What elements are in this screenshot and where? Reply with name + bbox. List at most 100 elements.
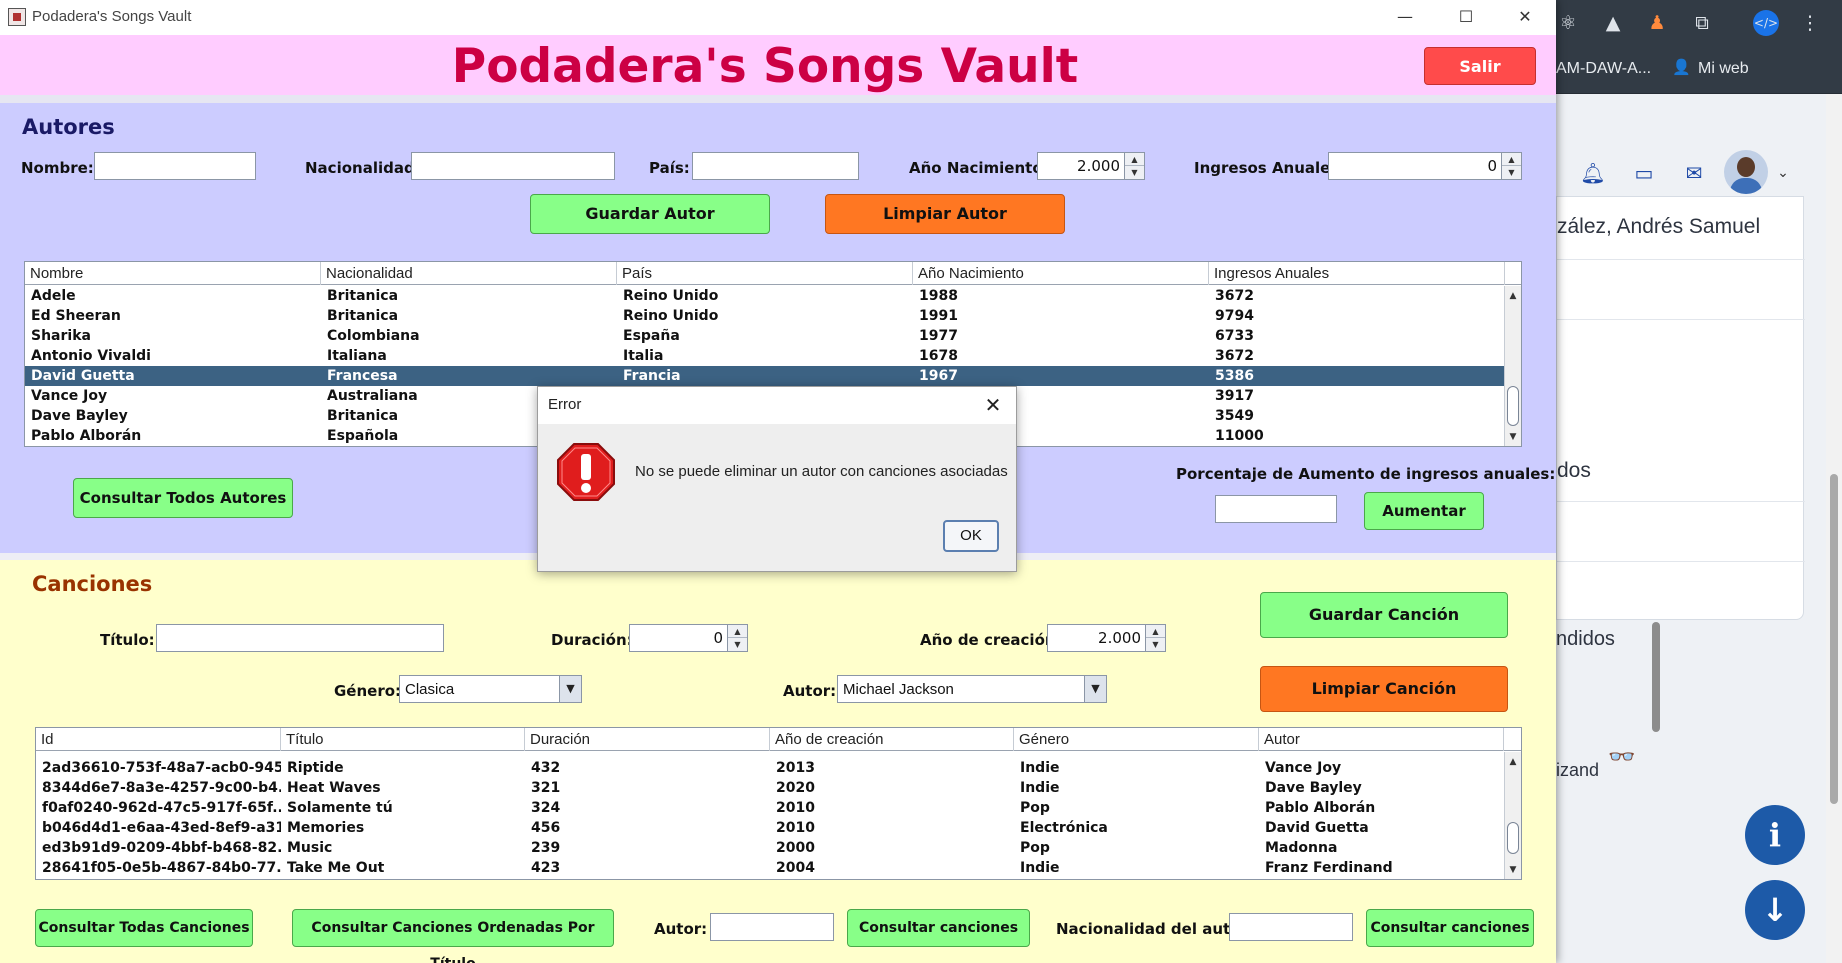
spinner-down-icon[interactable]: ▼ xyxy=(728,638,747,651)
column-header-titulo[interactable]: Título xyxy=(281,728,525,751)
chat-icon[interactable]: ▭ xyxy=(1631,160,1657,186)
duracion-spinner[interactable]: 0 ▲ ▼ xyxy=(629,624,748,652)
scroll-thumb[interactable] xyxy=(1507,386,1519,426)
guardar-autor-button[interactable]: Guardar Autor xyxy=(530,194,770,234)
table-cell: 5386 xyxy=(1215,368,1254,384)
pais-label: País: xyxy=(649,159,690,177)
ok-button[interactable]: OK xyxy=(943,520,999,552)
scroll-down-icon[interactable]: ▼ xyxy=(1505,862,1521,878)
table-cell: 321 xyxy=(531,780,561,796)
dialog-title: Error xyxy=(548,396,582,413)
avatar[interactable] xyxy=(1724,150,1768,194)
table-row[interactable]: b046d4d1-e6aa-43ed-8ef9-a31... Memories 45… xyxy=(36,818,1504,838)
spinner-up-icon[interactable]: ▲ xyxy=(728,625,747,638)
close-icon[interactable]: ✕ xyxy=(978,391,1008,419)
mail-icon[interactable]: ✉ xyxy=(1681,160,1707,186)
table-row[interactable]: Adele Britanica Reino Unido 1988 3672 xyxy=(25,286,1504,306)
bookmark-mi-web[interactable]: Mi web xyxy=(1698,60,1749,78)
react-icon[interactable]: ⚛ xyxy=(1555,10,1581,36)
column-header-nombre[interactable]: Nombre xyxy=(25,262,321,285)
scroll-up-icon[interactable]: ▲ xyxy=(1505,754,1521,770)
spinner-up-icon[interactable]: ▲ xyxy=(1125,153,1144,166)
column-header-nacionalidad[interactable]: Nacionalidad xyxy=(321,262,617,285)
ingresos-spinner[interactable]: 0 ▲ ▼ xyxy=(1328,152,1522,180)
anio-nacimiento-label: Año Nacimiento: xyxy=(909,159,1049,177)
chevron-down-icon[interactable]: ⌄ xyxy=(1770,160,1796,186)
inner-scrollbar[interactable] xyxy=(1652,622,1660,732)
column-header-ingresos[interactable]: Ingresos Anuales xyxy=(1209,262,1505,285)
limpiar-cancion-button[interactable]: Limpiar Canción xyxy=(1260,666,1508,712)
column-header-pais[interactable]: País xyxy=(617,262,913,285)
scroll-up-icon[interactable]: ▲ xyxy=(1505,288,1521,304)
canciones-table[interactable]: Id Título Duración Año de creación Géner… xyxy=(35,727,1522,880)
consultar-por-autor-button[interactable]: Consultar canciones xyxy=(847,909,1030,947)
devtools-extension-icon[interactable]: </> xyxy=(1753,10,1779,36)
table-row[interactable]: 8344d6e7-8a3e-4257-9c00-b4... Heat Waves 3… xyxy=(36,778,1504,798)
guardar-cancion-button[interactable]: Guardar Canción xyxy=(1260,592,1508,638)
column-header-autor[interactable]: Autor xyxy=(1259,728,1504,751)
scroll-down-icon[interactable]: ▼ xyxy=(1505,429,1521,445)
pais-input[interactable] xyxy=(692,152,859,180)
scroll-thumb[interactable] xyxy=(1507,822,1519,854)
chevron-down-icon[interactable]: ▼ xyxy=(559,676,581,702)
table-cell: f0af0240-962d-47c5-917f-65f... xyxy=(42,800,281,816)
nombre-input[interactable] xyxy=(94,152,256,180)
table-cell: 423 xyxy=(531,860,561,876)
table-row[interactable]: 28641f05-0e5b-4867-84b0-77... Take Me Out… xyxy=(36,858,1504,878)
column-header-duracion[interactable]: Duración xyxy=(525,728,770,751)
close-icon[interactable]: ✕ xyxy=(1502,4,1548,30)
table-row[interactable]: Sharika Colombiana España 1977 6733 xyxy=(25,326,1504,346)
table-row[interactable]: Ed Sheeran Britanica Reino Unido 1991 9794 xyxy=(25,306,1504,326)
extension-b-icon[interactable]: ♟ xyxy=(1644,10,1670,36)
more-menu-icon[interactable]: ⋮ xyxy=(1797,10,1823,36)
arrow-down-icon[interactable]: ↓ xyxy=(1745,880,1805,940)
consultar-por-nacionalidad-button[interactable]: Consultar canciones xyxy=(1366,909,1534,947)
table-cell: 3917 xyxy=(1215,388,1254,404)
puzzle-icon[interactable]: ⧉ xyxy=(1689,10,1715,36)
bell-icon[interactable]: 🔔︎ xyxy=(1580,160,1606,186)
maximize-icon[interactable]: ☐ xyxy=(1443,4,1489,30)
filtro-autor-input[interactable] xyxy=(710,913,834,941)
aumentar-button[interactable]: Aumentar xyxy=(1364,492,1484,530)
page-scrollbar[interactable] xyxy=(1826,94,1842,963)
table-cell: Adele xyxy=(31,288,76,304)
extension-a-icon[interactable]: ▲ xyxy=(1600,10,1626,36)
table-cell: 8344d6e7-8a3e-4257-9c00-b4... xyxy=(42,780,281,796)
spinner-up-icon[interactable]: ▲ xyxy=(1502,153,1521,166)
genero-select[interactable]: Clasica ▼ xyxy=(399,675,582,703)
consultar-todos-autores-button[interactable]: Consultar Todos Autores xyxy=(73,478,293,518)
spinner-up-icon[interactable]: ▲ xyxy=(1146,625,1165,638)
table-cell: Riptide xyxy=(287,760,344,776)
titulo-input[interactable] xyxy=(156,624,444,652)
spinner-down-icon[interactable]: ▼ xyxy=(1146,638,1165,651)
bookmark-daw[interactable]: AM-DAW-A... xyxy=(1556,60,1651,78)
spinner-down-icon[interactable]: ▼ xyxy=(1125,166,1144,179)
table-cell: 1967 xyxy=(919,368,958,384)
consultar-ordenadas-button[interactable]: Consultar Canciones Ordenadas Por Título xyxy=(292,909,614,963)
column-header-genero[interactable]: Género xyxy=(1014,728,1259,751)
table-row[interactable]: David Guetta Francesa Francia 1967 5386 xyxy=(25,366,1504,386)
info-icon[interactable]: i xyxy=(1745,805,1805,865)
table-row[interactable]: 2ad36610-753f-48a7-acb0-945... Riptide 432… xyxy=(36,758,1504,778)
filtro-nacionalidad-input[interactable] xyxy=(1229,913,1353,941)
chevron-down-icon[interactable]: ▼ xyxy=(1084,676,1106,702)
anio-nacimiento-spinner[interactable]: 2.000 ▲ ▼ xyxy=(1037,152,1145,180)
table-row[interactable]: f0af0240-962d-47c5-917f-65f... Solamente … xyxy=(36,798,1504,818)
anio-creacion-spinner[interactable]: 2.000 ▲ ▼ xyxy=(1047,624,1166,652)
table-cell: 1988 xyxy=(919,288,958,304)
minimize-icon[interactable]: — xyxy=(1382,4,1428,30)
porcentaje-input[interactable] xyxy=(1215,495,1337,523)
column-header-anio[interactable]: Año Nacimiento xyxy=(913,262,1209,285)
canciones-table-scrollbar[interactable]: ▲ ▼ xyxy=(1504,752,1521,879)
consultar-todas-canciones-button[interactable]: Consultar Todas Canciones xyxy=(35,909,253,947)
limpiar-autor-button[interactable]: Limpiar Autor xyxy=(825,194,1065,234)
table-row[interactable]: Antonio Vivaldi Italiana Italia 1678 3672 xyxy=(25,346,1504,366)
nacionalidad-input[interactable] xyxy=(411,152,615,180)
exit-button[interactable]: Salir xyxy=(1424,47,1536,85)
column-header-id[interactable]: Id xyxy=(36,728,281,751)
column-header-anio[interactable]: Año de creación xyxy=(770,728,1014,751)
spinner-down-icon[interactable]: ▼ xyxy=(1502,166,1521,179)
autores-table-scrollbar[interactable]: ▲ ▼ xyxy=(1504,286,1521,446)
autor-select[interactable]: Michael Jackson ▼ xyxy=(837,675,1107,703)
table-row[interactable]: ed3b91d9-0209-4bbf-b468-82... Music 239 200… xyxy=(36,838,1504,858)
